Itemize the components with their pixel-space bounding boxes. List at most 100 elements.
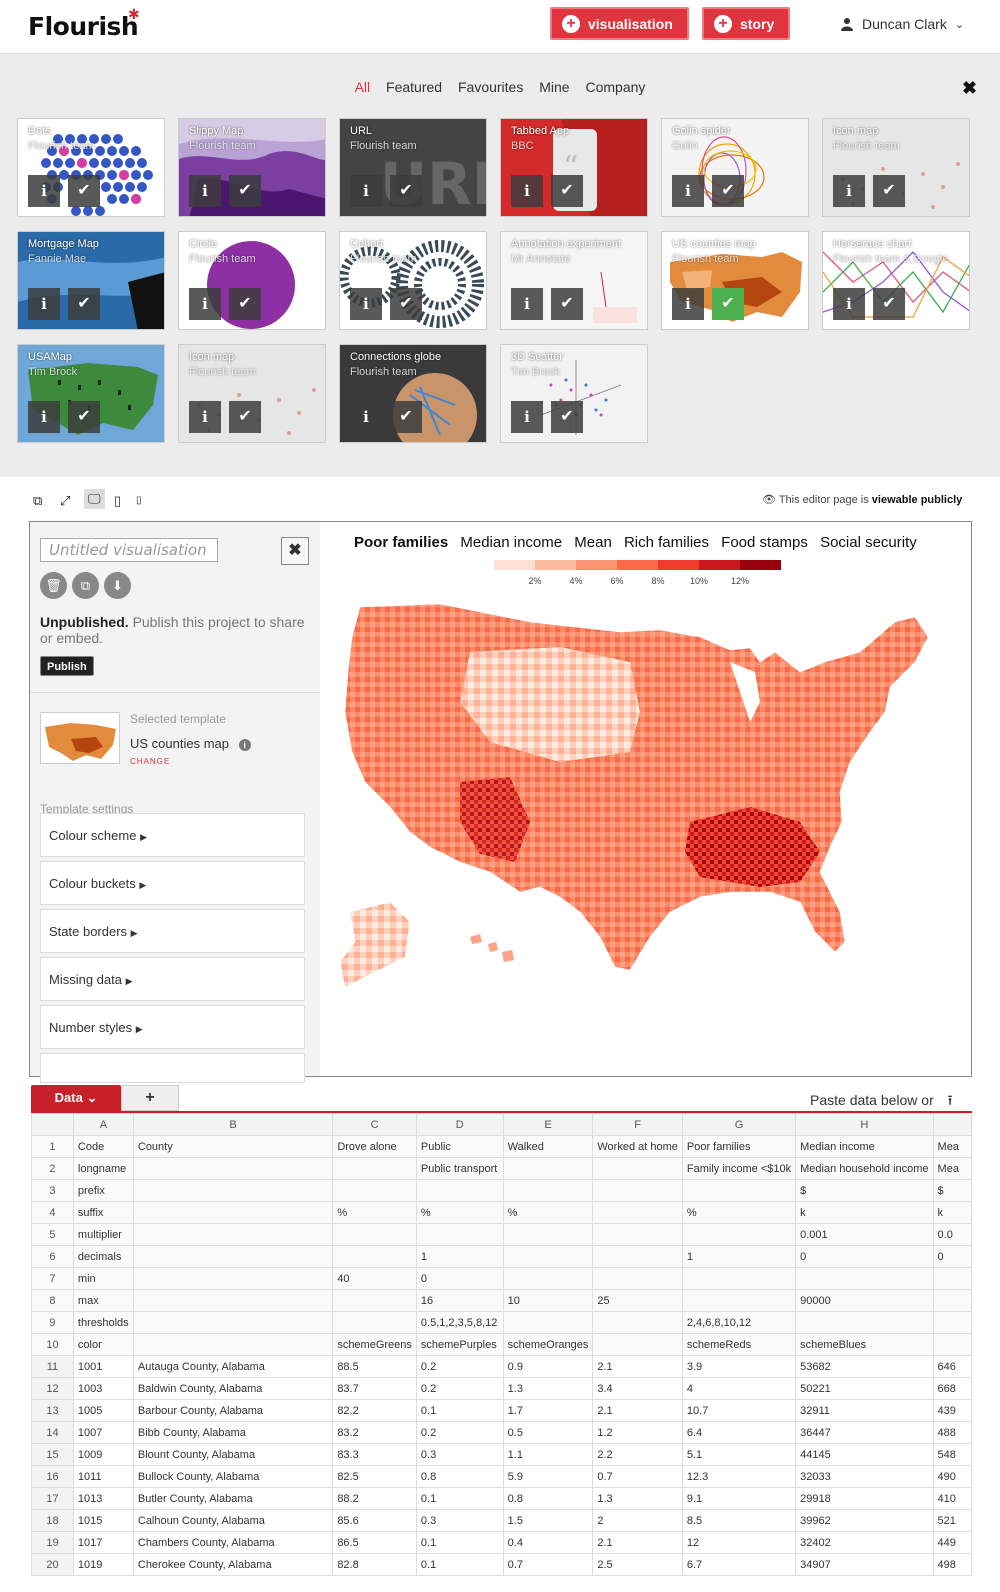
- tablet-view-icon[interactable]: ▯: [114, 493, 121, 509]
- table-cell[interactable]: schemePurples: [415, 1333, 504, 1356]
- info-icon[interactable]: i: [672, 288, 704, 320]
- select-check-icon[interactable]: ✔: [873, 288, 905, 320]
- tab-food-stamps[interactable]: Food stamps: [721, 534, 808, 551]
- table-cell[interactable]: 5.1: [681, 1443, 797, 1466]
- table-cell[interactable]: 0.0: [932, 1223, 972, 1246]
- template-tile[interactable]: Circle Flourish team i ✔: [178, 231, 326, 330]
- tab-mean[interactable]: Mean: [574, 534, 612, 551]
- table-cell[interactable]: [132, 1311, 334, 1334]
- table-cell[interactable]: [681, 1223, 797, 1246]
- table-cell[interactable]: 34907: [795, 1553, 934, 1576]
- table-cell[interactable]: [592, 1333, 683, 1356]
- table-cell[interactable]: [592, 1245, 683, 1268]
- table-cell[interactable]: Calhoun County, Alabama: [132, 1509, 334, 1532]
- table-cell[interactable]: 40: [332, 1267, 417, 1290]
- table-cell[interactable]: 39962: [795, 1509, 934, 1532]
- table-cell[interactable]: 1013: [72, 1487, 134, 1510]
- table-cell[interactable]: 1015: [72, 1509, 134, 1532]
- table-cell[interactable]: 32033: [795, 1465, 934, 1488]
- table-cell[interactable]: prefix: [72, 1179, 134, 1202]
- table-cell[interactable]: [132, 1289, 334, 1312]
- info-icon[interactable]: i: [189, 175, 221, 207]
- template-tile[interactable]: “ Tabbed App BBC i ✔: [500, 118, 648, 217]
- table-cell[interactable]: Mea: [932, 1157, 972, 1180]
- info-icon[interactable]: i: [28, 175, 60, 207]
- table-cell[interactable]: [795, 1267, 934, 1290]
- table-cell[interactable]: 0: [932, 1245, 972, 1268]
- table-cell[interactable]: 90000: [795, 1289, 934, 1312]
- data-tab[interactable]: Data ⌄: [31, 1085, 121, 1111]
- select-check-icon[interactable]: ✔: [390, 288, 422, 320]
- table-cell[interactable]: 0.3: [415, 1509, 504, 1532]
- table-cell[interactable]: [592, 1179, 683, 1202]
- table-cell[interactable]: 2.1: [592, 1355, 683, 1378]
- info-icon[interactable]: i: [350, 288, 382, 320]
- table-cell[interactable]: Bibb County, Alabama: [132, 1421, 334, 1444]
- upload-icon[interactable]: ⭱: [948, 1092, 953, 1108]
- tab-rich-families[interactable]: Rich families: [624, 534, 709, 551]
- select-check-icon[interactable]: ✔: [551, 175, 583, 207]
- duplicate-icon[interactable]: ⧉: [72, 572, 99, 599]
- table-cell[interactable]: 8.5: [681, 1509, 797, 1532]
- table-cell[interactable]: 82.2: [332, 1399, 417, 1422]
- template-tile[interactable]: US counties map Flourish team i ✔: [661, 231, 809, 330]
- column-header[interactable]: B: [132, 1113, 334, 1136]
- table-cell[interactable]: 0.4: [502, 1531, 594, 1554]
- table-cell[interactable]: %: [332, 1201, 417, 1224]
- table-cell[interactable]: 0.9: [502, 1355, 594, 1378]
- table-cell[interactable]: 0: [795, 1245, 934, 1268]
- table-cell[interactable]: schemeReds: [681, 1333, 797, 1356]
- fullscreen-icon[interactable]: ⤢: [60, 493, 70, 509]
- template-tile[interactable]: Slippy Map Flourish team i ✔: [178, 118, 326, 217]
- select-check-icon[interactable]: ✔: [229, 401, 261, 433]
- filter-favourites[interactable]: Favourites: [458, 79, 523, 95]
- template-tile[interactable]: Connections globe Flourish team i ✔: [339, 344, 487, 443]
- select-check-icon[interactable]: ✔: [873, 175, 905, 207]
- table-cell[interactable]: 1: [681, 1245, 797, 1268]
- table-cell[interactable]: 2,4,6,8,10,12: [681, 1311, 797, 1334]
- table-cell[interactable]: 82.8: [332, 1553, 417, 1576]
- select-check-icon[interactable]: ✔: [229, 175, 261, 207]
- table-cell[interactable]: $: [932, 1179, 972, 1202]
- filter-featured[interactable]: Featured: [386, 79, 442, 95]
- template-tile[interactable]: Icon map Flourish team i ✔: [822, 118, 970, 217]
- table-cell[interactable]: 1.3: [592, 1487, 683, 1510]
- table-cell[interactable]: [415, 1179, 504, 1202]
- table-cell[interactable]: Barbour County, Alabama: [132, 1399, 334, 1422]
- template-tile[interactable]: Annotation experiment Mr Annotate i ✔: [500, 231, 648, 330]
- table-cell[interactable]: 0.1: [415, 1399, 504, 1422]
- table-cell[interactable]: suffix: [72, 1201, 134, 1224]
- table-cell[interactable]: %: [681, 1201, 797, 1224]
- table-cell[interactable]: [932, 1333, 972, 1356]
- table-cell[interactable]: [932, 1289, 972, 1312]
- column-header[interactable]: A: [72, 1113, 134, 1136]
- template-tile[interactable]: Icon map Flourish team i ✔: [178, 344, 326, 443]
- info-icon[interactable]: i: [238, 739, 251, 751]
- delete-icon[interactable]: 🗑: [40, 572, 67, 599]
- table-cell[interactable]: [681, 1267, 797, 1290]
- table-cell[interactable]: 29918: [795, 1487, 934, 1510]
- table-cell[interactable]: 50221: [795, 1377, 934, 1400]
- table-cell[interactable]: multiplier: [72, 1223, 134, 1246]
- table-cell[interactable]: 0.2: [415, 1377, 504, 1400]
- select-check-icon[interactable]: ✔: [68, 401, 100, 433]
- column-header[interactable]: [932, 1113, 972, 1136]
- table-cell[interactable]: [332, 1311, 417, 1334]
- table-cell[interactable]: Chambers County, Alabama: [132, 1531, 334, 1554]
- table-cell[interactable]: Poor families: [681, 1135, 797, 1158]
- table-cell[interactable]: [332, 1157, 417, 1180]
- info-icon[interactable]: i: [672, 175, 704, 207]
- table-cell[interactable]: 0.1: [415, 1531, 504, 1554]
- filter-mine[interactable]: Mine: [539, 79, 569, 95]
- title-input[interactable]: Untitled visualisation: [40, 538, 218, 562]
- table-cell[interactable]: 498: [932, 1553, 972, 1576]
- table-cell[interactable]: 488: [932, 1421, 972, 1444]
- table-cell[interactable]: 0.001: [795, 1223, 934, 1246]
- table-cell[interactable]: color: [72, 1333, 134, 1356]
- table-cell[interactable]: Mea: [932, 1135, 972, 1158]
- change-template-link[interactable]: CHANGE: [130, 757, 170, 766]
- table-cell[interactable]: [592, 1311, 683, 1334]
- template-tile[interactable]: USAMap Tim Brock i ✔: [17, 344, 165, 443]
- table-cell[interactable]: 25: [592, 1289, 683, 1312]
- table-cell[interactable]: 1011: [72, 1465, 134, 1488]
